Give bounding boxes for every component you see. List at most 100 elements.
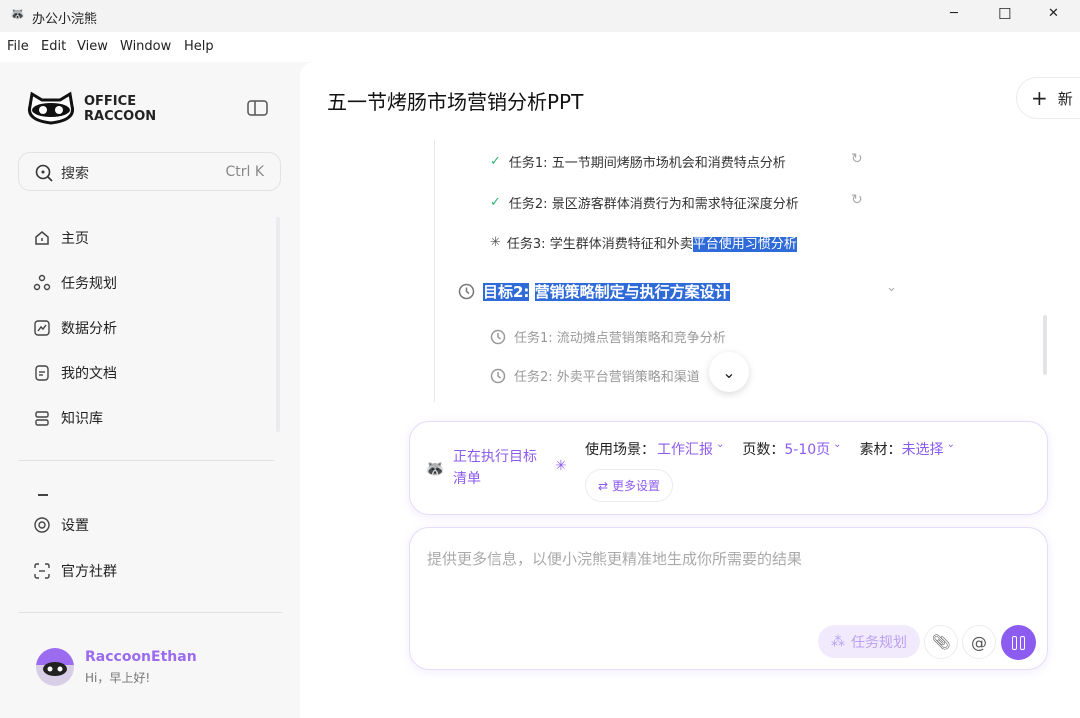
task-item: ✳ 任务3: 学生群体消费特征和外卖平台使用习惯分析	[490, 233, 797, 252]
sidebar-item-knowledge-base[interactable]: 知识库	[33, 408, 103, 428]
logo-line2: RACCOON	[84, 109, 156, 124]
menu-window[interactable]: Window	[120, 39, 171, 54]
scrollbar[interactable]	[1043, 315, 1047, 375]
close-button[interactable]: ✕	[1048, 6, 1059, 21]
new-button[interactable]: +新	[1016, 77, 1080, 119]
document-icon	[33, 364, 51, 382]
loading-spinner-icon: ✳	[555, 458, 567, 474]
chat-input-placeholder[interactable]: 提供更多信息，以便小浣熊更精准地生成你所需要的结果	[427, 548, 802, 569]
pause-icon	[1012, 636, 1025, 650]
search-icon	[35, 164, 53, 182]
maximize-button[interactable]: ☐	[998, 5, 1011, 23]
search-label: 搜索	[61, 163, 89, 183]
sidebar-item-task-planning[interactable]: 任务规划	[33, 273, 117, 293]
loading-spinner-icon: ✳	[490, 235, 501, 250]
menu-help[interactable]: Help	[184, 39, 214, 54]
raccoon-icon: 🦝	[425, 459, 445, 478]
task-plan-button[interactable]: ⁂ 任务规划	[818, 625, 920, 658]
divider	[18, 612, 282, 613]
goal-header[interactable]: 目标2: 营销策略制定与执行方案设计	[458, 281, 730, 302]
sidebar-scrollbar[interactable]	[276, 217, 280, 432]
title-bar: 🦝 办公小浣熊 ─ ☐ ✕	[0, 0, 1080, 32]
executing-status: 正在执行目标清单	[453, 446, 548, 490]
page-title: 五一节烤肠市场营销分析PPT	[327, 86, 583, 115]
clock-icon	[490, 329, 506, 345]
task-text: 任务2: 外卖平台营销策略和渠道	[514, 366, 700, 385]
sidebar-item-community[interactable]: 官方社群	[33, 561, 117, 581]
sidebar-item-label: 设置	[61, 515, 89, 535]
timeline-line	[434, 140, 435, 402]
scene-label: 使用场景：	[585, 439, 655, 459]
scroll-down-button[interactable]: ⌄	[709, 352, 749, 392]
task-text: 任务2: 景区游客群体消费行为和需求特征深度分析	[509, 193, 799, 212]
menu-bar: File Edit View Window Help	[0, 32, 1080, 62]
app-icon: 🦝	[10, 7, 25, 21]
plus-icon: +	[1031, 86, 1048, 110]
task-text: 任务1: 流动摊点营销策略和竞争分析	[514, 327, 726, 346]
mention-button[interactable]: @	[962, 625, 996, 659]
sidebar-item-label: 官方社群	[61, 561, 117, 581]
task-item: ✓ 任务1: 五一节期间烤肠市场机会和消费特点分析	[490, 152, 786, 171]
goal-title: 营销策略制定与执行方案设计	[535, 283, 730, 301]
search-input[interactable]: 搜索 Ctrl K	[18, 152, 281, 191]
material-label: 素材：	[860, 439, 902, 459]
community-icon	[33, 562, 51, 580]
sidebar-item-my-docs[interactable]: 我的文档	[33, 363, 117, 383]
task-text: 任务3: 学生群体消费特征和外卖	[507, 237, 693, 252]
sidebar-item-settings[interactable]: 设置	[33, 515, 89, 535]
sidebar-item-label: 主页	[61, 228, 89, 248]
goal-label: 目标2:	[483, 283, 529, 301]
task-item: 任务1: 流动摊点营销策略和竞争分析	[490, 327, 726, 346]
sliders-icon: ⇄	[598, 479, 608, 493]
chart-icon	[33, 319, 51, 337]
logo-line1: OFFICE	[84, 94, 156, 109]
raccoon-logo-icon	[26, 90, 76, 126]
chevron-down-icon: ⌄	[722, 363, 735, 382]
paperclip-icon: 📎︎	[931, 633, 950, 651]
retry-icon[interactable]: ↻	[851, 192, 863, 208]
status-card: 🦝 正在执行目标清单 ✳ 使用场景： 工作汇报⌄ 页数： 5-10页⌄ 素材： …	[409, 421, 1048, 515]
menu-edit[interactable]: Edit	[41, 39, 66, 54]
more-settings-button[interactable]: ⇄ 更多设置	[585, 469, 673, 502]
chat-input-card[interactable]: 提供更多信息，以便小浣熊更精准地生成你所需要的结果 ⁂ 任务规划 📎︎ @	[409, 527, 1048, 670]
task-text: 任务1: 五一节期间烤肠市场机会和消费特点分析	[509, 152, 786, 171]
task-text-selected: 平台使用习惯分析	[693, 237, 797, 252]
minimize-button[interactable]: ─	[950, 6, 958, 21]
retry-icon[interactable]: ↻	[851, 151, 863, 167]
chevron-down-icon[interactable]: ⌄	[886, 280, 897, 295]
material-dropdown[interactable]: 未选择	[902, 439, 944, 459]
task-plan-label: 任务规划	[851, 632, 907, 652]
task-item: ✓任务2: 景区游客群体消费行为和需求特征深度分析	[490, 193, 799, 212]
pause-button[interactable]	[1001, 625, 1036, 660]
task-item: 任务2: 外卖平台营销策略和渠道	[490, 366, 700, 385]
settings-icon	[33, 516, 51, 534]
sidebar-toggle-icon[interactable]	[247, 100, 268, 116]
check-icon: ✓	[490, 154, 501, 169]
sidebar-item-label: 任务规划	[61, 273, 117, 293]
search-shortcut: Ctrl K	[225, 164, 264, 180]
task-planning-icon: ⁂	[831, 634, 845, 650]
attach-button[interactable]: 📎︎	[924, 625, 958, 659]
window-title: 办公小浣熊	[32, 8, 97, 27]
at-icon: @	[971, 633, 987, 652]
knowledge-base-icon	[33, 409, 51, 427]
more-settings-label: 更多设置	[612, 477, 660, 494]
avatar[interactable]	[36, 648, 74, 686]
sidebar-item-label: 知识库	[61, 408, 103, 428]
sidebar-item-data-analysis[interactable]: 数据分析	[33, 318, 117, 338]
pages-dropdown[interactable]: 5-10页	[784, 439, 830, 459]
home-icon	[33, 229, 51, 247]
clock-icon	[490, 368, 506, 384]
new-button-label: 新	[1058, 88, 1073, 109]
partial-item	[38, 494, 48, 496]
sidebar-item-home[interactable]: 主页	[33, 228, 89, 248]
menu-file[interactable]: File	[7, 39, 29, 54]
user-name: RaccoonEthan	[85, 649, 197, 665]
sidebar-item-label: 我的文档	[61, 363, 117, 383]
main-panel: 五一节烤肠市场营销分析PPT +新 ✓任务1: 五一节期间烤肠市场机会和消费特点…	[300, 62, 1080, 718]
scene-dropdown[interactable]: 工作汇报	[657, 439, 713, 459]
logo: OFFICE RACCOON	[26, 90, 76, 130]
menu-view[interactable]: View	[77, 39, 108, 54]
sidebar: OFFICE RACCOON 搜索 Ctrl K 主页 任务规划 数据分析 我的…	[0, 62, 300, 718]
task-planning-icon	[33, 274, 51, 292]
